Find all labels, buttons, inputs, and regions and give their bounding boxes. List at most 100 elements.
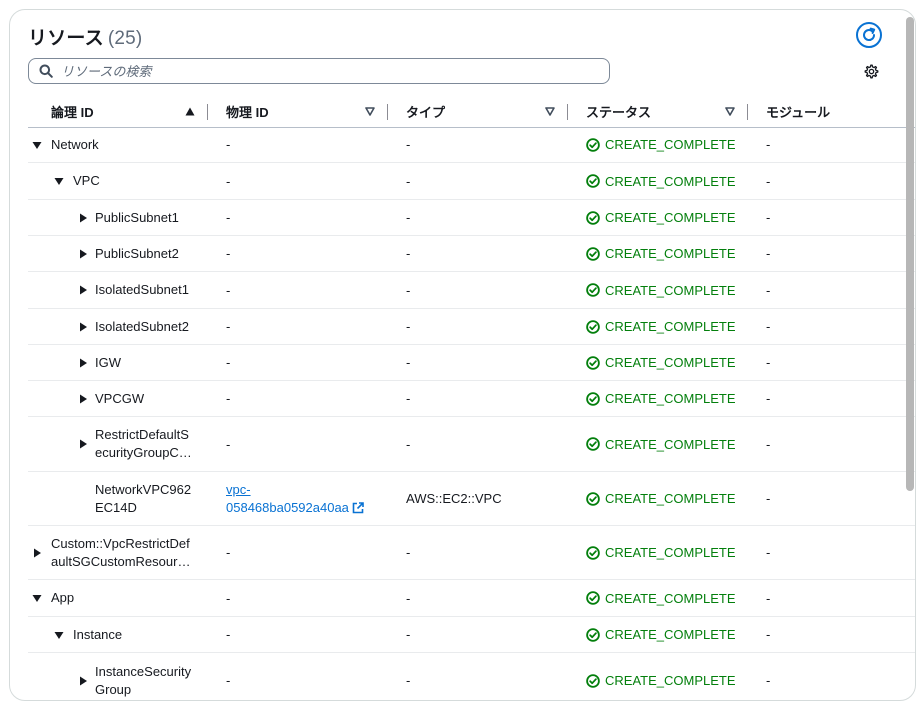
table-row: Network - - CREATE_COMPLETE -: [28, 127, 915, 163]
module-cell: -: [766, 526, 770, 579]
column-logical-id[interactable]: 論理 ID: [51, 96, 217, 127]
logical-id: Custom::VpcRestrictDef aultSGCustomResour…: [51, 535, 190, 571]
check-circle-icon: [586, 491, 600, 506]
resource-type: -: [406, 436, 411, 452]
logical-id-line: ecurityGroupC…: [95, 445, 192, 460]
status-text: CREATE_COMPLETE: [605, 491, 736, 506]
caret-right-icon[interactable]: [77, 393, 89, 405]
refresh-button[interactable]: [856, 22, 882, 48]
resource-type: -: [406, 355, 411, 370]
column-physical-id[interactable]: 物理 ID: [226, 96, 406, 127]
table-header: 論理 ID 物理 ID タイプ ステータス モジュール: [28, 96, 915, 128]
caret-right-icon[interactable]: [77, 284, 89, 296]
resource-type: -: [406, 137, 411, 152]
status-text: CREATE_COMPLETE: [605, 391, 736, 406]
caret-right-icon[interactable]: [77, 675, 89, 687]
logical-id-line: RestrictDefaultS: [95, 427, 189, 442]
check-circle-icon: [586, 246, 600, 261]
column-status[interactable]: ステータス: [586, 96, 766, 127]
check-circle-icon: [586, 137, 600, 152]
logical-id-cell: App: [28, 580, 218, 616]
table-row: App - - CREATE_COMPLETE -: [28, 580, 915, 617]
sort-ascending-icon: [185, 107, 195, 116]
caret-down-icon[interactable]: [31, 139, 43, 151]
caret-right-icon[interactable]: [77, 438, 89, 450]
search-input[interactable]: [61, 63, 581, 79]
status-cell: CREATE_COMPLETE: [586, 580, 736, 616]
gear-icon[interactable]: [864, 64, 879, 79]
column-module: モジュール: [766, 96, 906, 127]
module-cell: -: [766, 236, 770, 271]
physical-id: -: [226, 173, 231, 189]
caret-down-icon[interactable]: [53, 629, 65, 641]
resource-type: -: [406, 246, 411, 261]
column-label: ステータス: [586, 105, 652, 120]
logical-id: IsolatedSubnet1: [95, 282, 189, 297]
logical-id: PublicSubnet1: [95, 209, 179, 225]
module-cell: -: [766, 200, 770, 235]
physical-id: -: [226, 137, 231, 152]
resource-type: -: [406, 391, 411, 406]
type-cell: -: [406, 272, 410, 308]
resource-type: -: [406, 173, 411, 189]
type-cell: -: [406, 309, 410, 344]
status-cell: CREATE_COMPLETE: [586, 617, 736, 652]
module-cell: -: [766, 345, 770, 380]
module-cell: -: [766, 272, 770, 308]
column-label: タイプ: [406, 105, 446, 120]
caret-down-icon[interactable]: [31, 592, 43, 604]
type-cell: -: [406, 617, 410, 652]
physical-id: -: [226, 391, 231, 406]
module-cell: -: [766, 653, 770, 700]
physical-id-cell: vpc- 058468ba0592a40aa: [226, 472, 364, 525]
table-row: VPC - - CREATE_COMPLETE -: [28, 163, 915, 200]
physical-id: -: [226, 627, 231, 642]
logical-id: NetworkVPC962 EC14D: [95, 481, 191, 517]
type-cell: -: [406, 580, 410, 616]
caret-right-icon[interactable]: [77, 212, 89, 224]
logical-id: InstanceSecurity Group: [95, 663, 191, 699]
resources-panel: リソース(25) 論理 ID 物理 ID: [9, 9, 916, 701]
physical-id: -: [226, 673, 231, 688]
resource-type: -: [406, 590, 411, 606]
caret-right-icon[interactable]: [31, 547, 43, 559]
table-row: PublicSubnet1 - - CREATE_COMPLETE -: [28, 200, 915, 236]
logical-id-cell: VPCGW: [28, 381, 218, 416]
resource-type: -: [406, 319, 411, 334]
check-circle-icon: [586, 673, 600, 688]
resource-type: -: [406, 627, 411, 642]
type-cell: -: [406, 653, 411, 700]
check-circle-icon: [586, 627, 600, 642]
status-cell: CREATE_COMPLETE: [586, 472, 736, 525]
search-field[interactable]: [28, 58, 610, 84]
type-cell: -: [406, 345, 410, 380]
scrollbar[interactable]: [906, 17, 914, 491]
physical-id: -: [226, 355, 231, 370]
check-circle-icon: [586, 319, 600, 334]
status-text: CREATE_COMPLETE: [605, 627, 736, 642]
physical-id-cell: -: [226, 345, 230, 380]
caret-right-icon[interactable]: [77, 357, 89, 369]
table-row: NetworkVPC962 EC14D vpc- 058468ba0592a40aa A…: [28, 472, 915, 526]
caret-down-icon[interactable]: [53, 175, 65, 187]
column-type[interactable]: タイプ: [406, 96, 586, 127]
status-cell: CREATE_COMPLETE: [586, 345, 736, 380]
logical-id: IGW: [95, 354, 121, 370]
resource-type: -: [406, 673, 411, 688]
logical-id-cell: PublicSubnet2: [28, 236, 218, 271]
status-cell: CREATE_COMPLETE: [586, 236, 736, 271]
resource-type: -: [406, 282, 411, 298]
status-text: CREATE_COMPLETE: [605, 355, 736, 370]
caret-right-icon[interactable]: [77, 248, 89, 260]
module-value: -: [766, 173, 771, 189]
module-value: -: [766, 282, 771, 298]
logical-id-cell: RestrictDefaultS ecurityGroupC…: [28, 417, 218, 471]
table-row: IsolatedSubnet2 - - CREATE_COMPLETE -: [28, 309, 915, 345]
physical-id: -: [226, 282, 231, 298]
module-value: -: [766, 491, 771, 506]
module-value: -: [766, 355, 771, 370]
physical-id: -: [226, 436, 231, 452]
physical-id-cell: -: [226, 417, 230, 471]
caret-right-icon[interactable]: [77, 321, 89, 333]
physical-id-link[interactable]: vpc- 058468ba0592a40aa: [226, 481, 364, 517]
